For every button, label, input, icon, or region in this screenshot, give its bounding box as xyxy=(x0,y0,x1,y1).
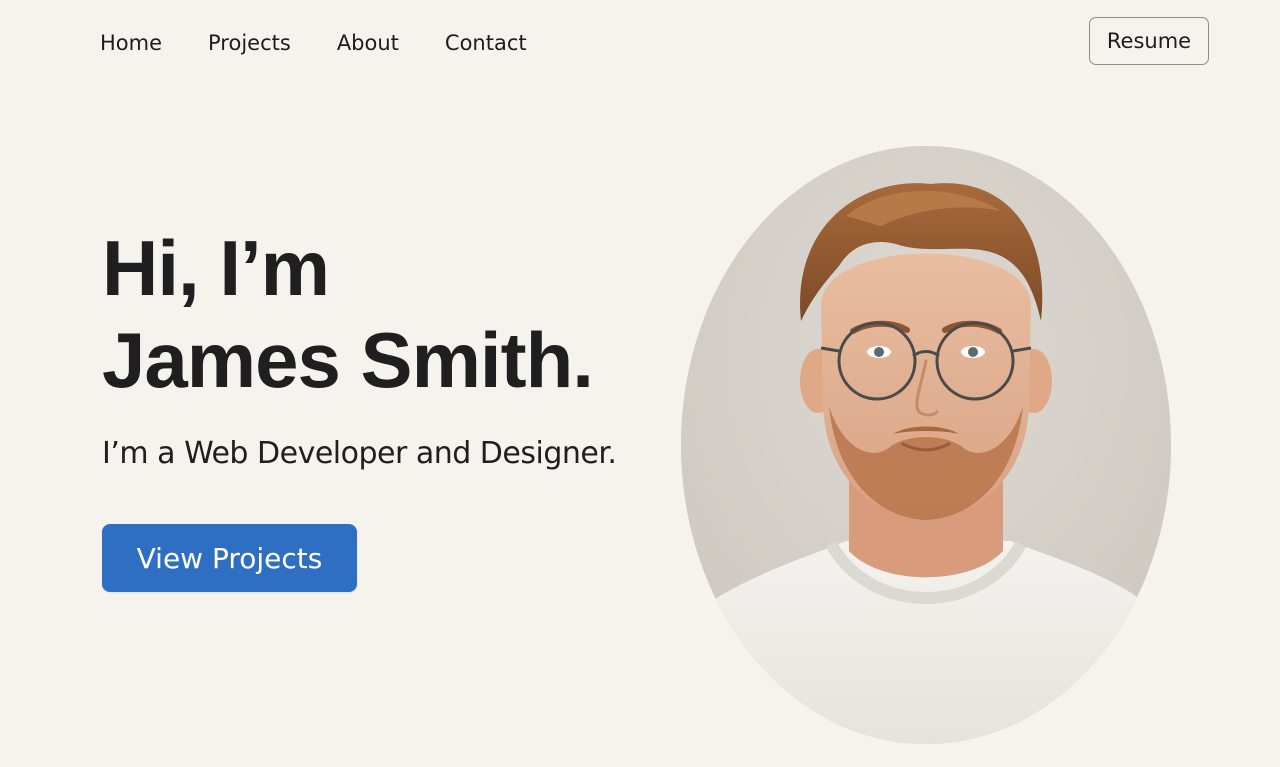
profile-photo xyxy=(681,146,1171,744)
nav-item-contact[interactable]: Contact xyxy=(445,31,527,55)
nav-item-projects[interactable]: Projects xyxy=(208,31,291,55)
hero-section: Hi, I’m James Smith. xyxy=(102,222,662,406)
nav-item-home[interactable]: Home xyxy=(100,31,162,55)
portrait-illustration xyxy=(681,146,1171,744)
hero-greeting: Hi, I’m xyxy=(102,224,330,312)
hero-name: James Smith. xyxy=(102,316,594,404)
resume-button[interactable]: Resume xyxy=(1089,17,1209,65)
hero-heading: Hi, I’m James Smith. xyxy=(102,222,662,406)
hero-tagline: I’m a Web Developer and Designer. xyxy=(102,436,617,471)
top-nav: Home Projects About Contact xyxy=(100,28,527,58)
view-projects-button[interactable]: View Projects xyxy=(102,524,357,592)
nav-item-about[interactable]: About xyxy=(337,31,399,55)
